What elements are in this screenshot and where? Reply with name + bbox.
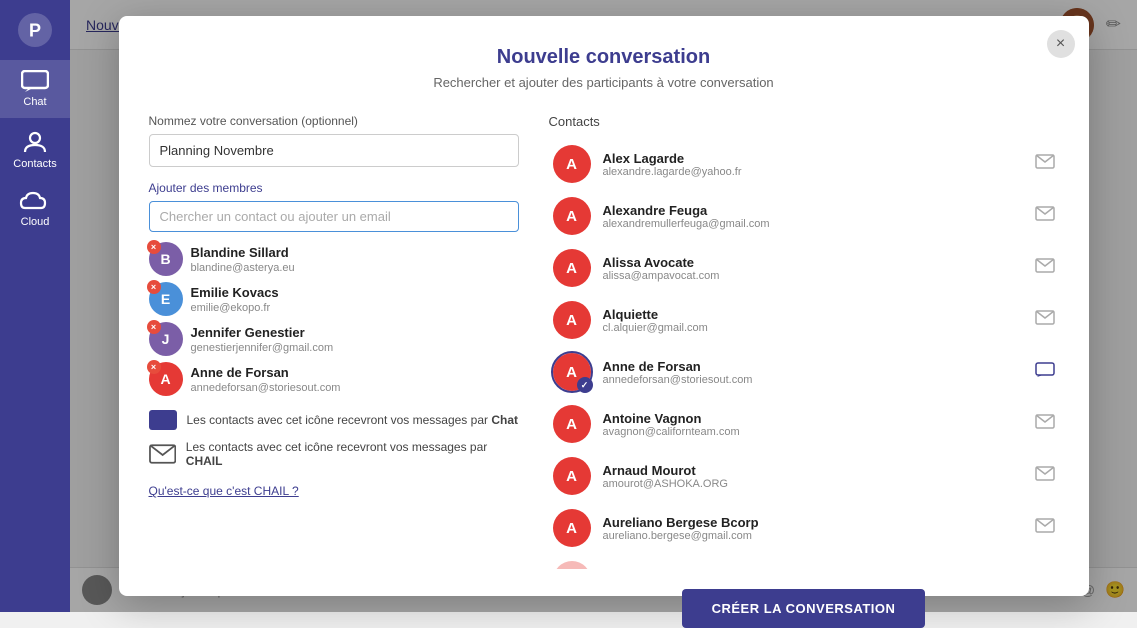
contact-avatar: A <box>553 249 591 287</box>
list-item: × E Emilie Kovacs emilie@ekopo.fr <box>149 282 519 316</box>
contact-email: annedeforsan@storiesout.com <box>603 374 1023 386</box>
right-column: Contacts A Alex Lagarde alexandre.lagard… <box>549 114 1059 628</box>
table-row[interactable]: A Arnaud Mourot amourot@ASHOKA.ORG <box>549 451 1059 501</box>
member-avatar: × B <box>149 242 183 276</box>
contact-avatar: A <box>553 561 591 569</box>
new-conversation-modal: × Nouvelle conversation Rechercher et aj… <box>119 16 1089 596</box>
add-members-label: Ajouter des membres <box>149 181 519 195</box>
table-row[interactable]: A Alex Lagarde alexandre.lagarde@yahoo.f… <box>549 139 1059 189</box>
table-row[interactable]: A Alexandre Feuga alexandremullerfeuga@g… <box>549 191 1059 241</box>
member-avatar: × A <box>149 362 183 396</box>
modal-overlay: × Nouvelle conversation Rechercher et aj… <box>70 0 1137 612</box>
contact-avatar: A <box>553 145 591 183</box>
contact-avatar: A ✓ <box>553 353 591 391</box>
member-name: Jennifer Genestier <box>191 325 334 340</box>
contact-email: alexandre.lagarde@yahoo.fr <box>603 166 1023 178</box>
modal-close-button[interactable]: × <box>1047 30 1075 58</box>
contacts-list: A Alex Lagarde alexandre.lagarde@yahoo.f… <box>549 139 1059 569</box>
member-email: annedeforsan@storiesout.com <box>191 382 341 394</box>
table-row[interactable]: A Antoine Vagnon avagnon@californteam.co… <box>549 399 1059 449</box>
member-email: emilie@ekopo.fr <box>191 302 271 314</box>
list-item: × J Jennifer Genestier genestierjennifer… <box>149 322 519 356</box>
conv-name-input[interactable] <box>149 134 519 167</box>
contact-name: Arnaud Mourot <box>603 463 1023 478</box>
contact-name: Anne de Forsan <box>603 359 1023 374</box>
sidebar-label-cloud: Cloud <box>21 216 50 228</box>
table-row[interactable]: A ✓ Anne de Forsan annedeforsan@storieso… <box>549 347 1059 397</box>
added-members-list: × B Blandine Sillard blandine@asterya.eu… <box>149 242 519 396</box>
sidebar: P Chat Contacts Cloud <box>0 0 70 612</box>
create-conversation-button[interactable]: CRÉER LA CONVERSATION <box>682 589 926 628</box>
contact-avatar: A <box>553 405 591 443</box>
sidebar-label-chat: Chat <box>23 96 46 108</box>
member-avatar: × J <box>149 322 183 356</box>
app-logo[interactable]: P <box>15 10 55 50</box>
contact-chat-icon <box>1035 362 1055 382</box>
legend-mail-item: Les contacts avec cet icône recevront vo… <box>149 440 519 468</box>
list-item: × A Anne de Forsan annedeforsan@storieso… <box>149 362 519 396</box>
left-column: Nommez votre conversation (optionnel) Aj… <box>149 114 519 628</box>
table-row[interactable]: A Alquiette cl.alquier@gmail.com <box>549 295 1059 345</box>
modal-subtitle: Rechercher et ajouter des participants à… <box>149 75 1059 90</box>
member-name: Anne de Forsan <box>191 365 341 380</box>
svg-text:P: P <box>29 21 41 41</box>
sidebar-label-contacts: Contacts <box>13 158 56 170</box>
contact-selected-check: ✓ <box>577 377 593 393</box>
contact-mail-icon <box>1035 310 1055 330</box>
contact-mail-icon <box>1035 414 1055 434</box>
member-name: Blandine Sillard <box>191 245 295 260</box>
legend-chat-item: Les contacts avec cet icône recevront vo… <box>149 410 519 430</box>
contact-name: Alex Lagarde <box>603 151 1023 166</box>
table-row[interactable]: A Alissa Avocate alissa@ampavocat.com <box>549 243 1059 293</box>
conv-name-label: Nommez votre conversation (optionnel) <box>149 114 519 128</box>
contact-mail-icon <box>1035 518 1055 538</box>
contact-name: Alquiette <box>603 307 1023 322</box>
legend-mail-text: Les contacts avec cet icône recevront vo… <box>186 440 519 468</box>
contact-email: amourot@ASHOKA.ORG <box>603 478 1023 490</box>
contact-avatar: A <box>553 457 591 495</box>
mail-legend-icon <box>149 444 176 464</box>
contact-email: alissa@ampavocat.com <box>603 270 1023 282</box>
table-row[interactable]: A Aureliano Bergese Bcorp <box>549 555 1059 569</box>
contacts-label: Contacts <box>549 114 1059 129</box>
contact-name: Alexandre Feuga <box>603 203 1023 218</box>
remove-member-button[interactable]: × <box>147 240 161 254</box>
contact-name: Aureliano Bergese Bcorp <box>603 515 1023 530</box>
contact-avatar: A <box>553 509 591 547</box>
main-area: Nouvelle conversation + roxane.julien_ne… <box>70 0 1137 612</box>
sidebar-item-cloud[interactable]: Cloud <box>0 180 70 238</box>
contact-name: Alissa Avocate <box>603 255 1023 270</box>
contact-email: alexandremullerfeuga@gmail.com <box>603 218 1023 230</box>
member-email: blandine@asterya.eu <box>191 262 295 274</box>
sidebar-item-chat[interactable]: Chat <box>0 60 70 118</box>
contact-email: avagnon@californteam.com <box>603 426 1023 438</box>
contact-mail-icon <box>1035 206 1055 226</box>
remove-member-button[interactable]: × <box>147 320 161 334</box>
member-name: Emilie Kovacs <box>191 285 279 300</box>
list-item: × B Blandine Sillard blandine@asterya.eu <box>149 242 519 276</box>
contact-mail-icon <box>1035 154 1055 174</box>
remove-member-button[interactable]: × <box>147 360 161 374</box>
remove-member-button[interactable]: × <box>147 280 161 294</box>
contact-avatar: A <box>553 301 591 339</box>
legend-chat-text: Les contacts avec cet icône recevront vo… <box>187 413 519 427</box>
legend: Les contacts avec cet icône recevront vo… <box>149 410 519 468</box>
create-btn-wrapper: CRÉER LA CONVERSATION <box>549 589 1059 628</box>
table-row[interactable]: A Aureliano Bergese Bcorp aureliano.berg… <box>549 503 1059 553</box>
chail-info-link[interactable]: Qu'est-ce que c'est CHAIL ? <box>149 484 299 498</box>
modal-title: Nouvelle conversation <box>149 46 1059 69</box>
contact-name: Antoine Vagnon <box>603 411 1023 426</box>
member-search-input[interactable] <box>149 201 519 232</box>
chat-legend-icon <box>149 410 177 430</box>
contact-email: aureliano.bergese@gmail.com <box>603 530 1023 542</box>
contact-email: cl.alquier@gmail.com <box>603 322 1023 334</box>
member-avatar: × E <box>149 282 183 316</box>
contact-mail-icon <box>1035 466 1055 486</box>
sidebar-item-contacts[interactable]: Contacts <box>0 118 70 180</box>
member-email: genestierjennifer@gmail.com <box>191 342 334 354</box>
contact-mail-icon <box>1035 258 1055 278</box>
contact-avatar: A <box>553 197 591 235</box>
modal-body: Nommez votre conversation (optionnel) Aj… <box>149 114 1059 628</box>
